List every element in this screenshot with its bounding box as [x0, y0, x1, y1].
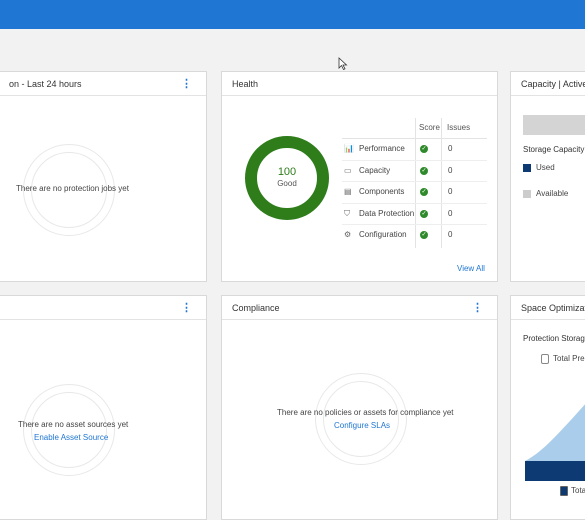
- health-col-issues: Issues: [447, 123, 471, 132]
- protection-empty-text: There are no protection jobs yet: [16, 184, 129, 193]
- compliance-card-title: Compliance: [232, 303, 280, 313]
- health-card-header: Health: [222, 72, 497, 96]
- compliance-card: Compliance ⋮ There are no policies or as…: [221, 295, 498, 520]
- health-row-label: Performance: [359, 144, 405, 153]
- capacity-bar: [523, 115, 585, 135]
- used-legend-swatch: [523, 164, 531, 172]
- health-row-issues: 0: [448, 230, 453, 239]
- health-row-issues: 0: [448, 165, 453, 175]
- check-icon: ✓: [420, 209, 428, 218]
- asset-sources-card: ⋮ There are no asset sources yet Enable …: [0, 295, 207, 520]
- empty-state-rings-inner: [31, 392, 107, 468]
- compliance-more-icon[interactable]: ⋮: [472, 296, 483, 319]
- space-area-chart: [525, 404, 585, 481]
- compliance-card-header: Compliance ⋮: [222, 296, 497, 320]
- health-row: ⛉ Data Protection ✓ 0: [342, 204, 487, 224]
- available-legend-label: Available: [536, 189, 569, 198]
- top-navigation-bar: [0, 0, 585, 29]
- check-icon: ✓: [420, 231, 428, 239]
- protection-storage-label: Protection Storage: [523, 334, 585, 343]
- space-optimization-card-header: Space Optimizat: [511, 296, 585, 320]
- health-row-label: Configuration: [359, 230, 407, 239]
- cylinder-icon: [541, 354, 549, 364]
- configure-slas-link[interactable]: Configure SLAs: [334, 421, 390, 430]
- used-legend-label: Used: [536, 163, 555, 172]
- mouse-cursor: [338, 57, 348, 71]
- health-row-issues: 0: [448, 208, 453, 218]
- shield-icon: ⛉: [344, 208, 350, 218]
- empty-state-rings-inner: [323, 381, 399, 457]
- health-row: 📊 Performance ✓ 0: [342, 139, 487, 159]
- compliance-empty-text: There are no policies or assets for comp…: [277, 408, 454, 417]
- capacity-card-title: Capacity | Active: [521, 79, 585, 89]
- check-icon: ✓: [420, 145, 428, 153]
- capacity-card-header: Capacity | Active: [511, 72, 585, 96]
- health-row: ▭ Capacity ✓ 0: [342, 161, 487, 181]
- chart-icon: 📊: [344, 144, 354, 153]
- check-icon: ✓: [420, 188, 428, 196]
- database-icon: [560, 486, 568, 496]
- space-optimization-card: Space Optimizat Protection Storage Total…: [510, 295, 585, 520]
- health-score-donut: [245, 136, 329, 220]
- protection-card-header: on - Last 24 hours ⋮: [0, 72, 206, 96]
- asset-sources-card-header: ⋮: [0, 296, 206, 320]
- health-score-status: Good: [277, 179, 297, 188]
- total-pre-legend: Total Pre-: [553, 354, 585, 363]
- health-card: Health 100 Good Score Issues 📊 Performanc…: [221, 71, 498, 282]
- space-optimization-card-title: Space Optimizat: [521, 303, 585, 313]
- gear-icon: ⚙: [344, 230, 352, 239]
- asset-sources-more-icon[interactable]: ⋮: [181, 296, 192, 319]
- enable-asset-source-link[interactable]: Enable Asset Source: [34, 433, 108, 442]
- health-row: ▤ Components ✓ 0: [342, 182, 487, 202]
- cylinder-icon: ▭: [344, 165, 352, 175]
- health-card-title: Health: [232, 79, 259, 89]
- health-row-issues: 0: [448, 187, 453, 196]
- health-row-issues: 0: [448, 144, 453, 153]
- health-row: ⚙ Configuration ✓ 0: [342, 225, 487, 245]
- check-icon: ✓: [420, 166, 428, 175]
- health-col-score: Score: [419, 123, 440, 132]
- protection-card: on - Last 24 hours ⋮ There are no protec…: [0, 71, 207, 282]
- health-row-label: Data Protection: [359, 208, 415, 218]
- asset-sources-empty-text: There are no asset sources yet: [18, 420, 129, 429]
- protection-more-icon[interactable]: ⋮: [181, 72, 192, 95]
- protection-card-title: on - Last 24 hours: [9, 79, 82, 89]
- capacity-card: Capacity | Active Storage Capacity Used …: [510, 71, 585, 282]
- total-legend: Total: [571, 486, 585, 495]
- health-score-value: 100: [277, 166, 297, 178]
- health-row-label: Components: [359, 187, 405, 196]
- storage-capacity-label: Storage Capacity: [523, 145, 585, 154]
- available-legend-swatch: [523, 190, 531, 198]
- health-row-label: Capacity: [359, 165, 391, 175]
- view-all-link[interactable]: View All: [457, 264, 485, 273]
- document-icon: ▤: [344, 187, 352, 196]
